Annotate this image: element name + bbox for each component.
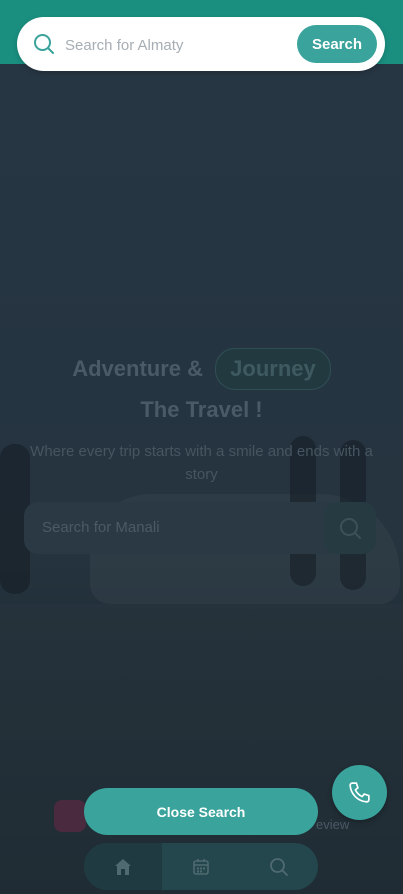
call-button[interactable] [332,765,387,820]
nav-tab-calendar[interactable] [162,843,240,890]
close-search-button[interactable]: Close Search [84,788,318,835]
phone-icon [349,782,370,803]
hero-title-line2: The Travel ! [140,397,263,422]
hero-search-box: Search for Manali [24,502,376,554]
hero-title: Adventure & Journey The Travel ! [0,348,403,430]
hero-title-pill: Journey [215,348,331,390]
nav-tab-search[interactable] [240,843,318,890]
home-icon [115,858,131,875]
search-bar: Search [17,17,385,71]
instagram-icon [54,800,86,832]
bottom-navigation [84,843,318,890]
hero-title-part1: Adventure & [72,356,204,381]
nav-tab-home[interactable] [84,843,162,890]
search-icon [34,34,54,54]
hero-subtitle: Where every trip starts with a smile and… [30,443,373,483]
review-link: eview [316,817,350,832]
hero-search-button [324,502,376,554]
hero-search-placeholder: Search for Manali [42,519,160,536]
search-icon [340,518,361,539]
search-button[interactable]: Search [297,25,377,63]
search-input[interactable] [63,30,295,60]
calendar-icon [193,858,209,875]
search-icon [270,857,288,876]
